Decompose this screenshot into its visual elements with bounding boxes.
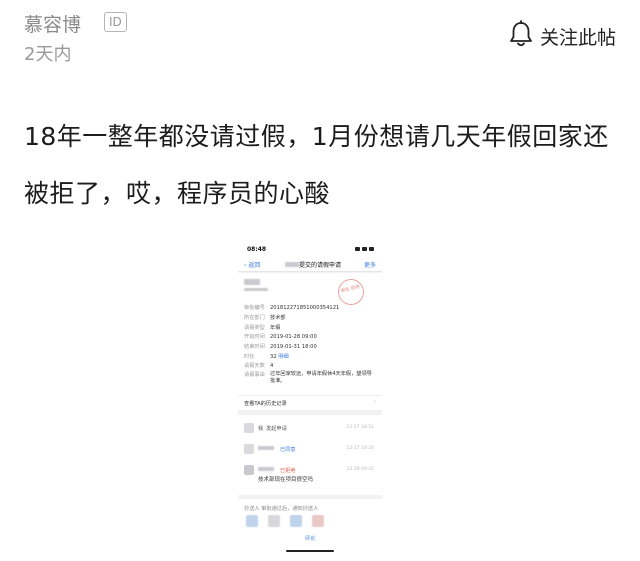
post-title: 18年一整年都没请过假，1月份想请几天年假回家还被拒了，哎，程序员的心酸 [24,122,609,208]
detail-row-reason: 请假事由 过年回家较远，申请年假休4天年假，望领导批准。 [244,370,372,384]
chevron-right-icon: › [373,399,376,405]
cc-label: 抄送人 审批通过后，通知抄送人 [244,506,319,512]
status-time: 08:48 [247,246,267,253]
status-bar: 08:48 [238,243,382,255]
leave-request-screenshot[interactable]: 08:48 ‹ 返回 提交的请假申请 更多 审批 拒绝 审批编号 20181227… [238,243,382,555]
follow-label: 关注此帖 [539,26,616,49]
approval-step: 我 发起申请 12-27 18:51 [244,423,376,443]
approval-flow-card: 我 发起申请 12-27 18:51 已同意 12-27 19:20 已拒绝 1… [238,415,382,495]
detail-row: 请假天数 4 [244,362,274,370]
signal-icons [355,247,374,251]
detail-rows: 审批编号 201812271851000354121 所在部门 技术部 请假类型 年假… [244,303,376,385]
detail-row: 结束时间 2019-01-31 18:00 [244,343,317,351]
follow-post-button[interactable]: 关注此帖 [508,20,616,52]
comment-button: 评论 [304,536,316,542]
request-details-card: 审批 拒绝 审批编号 201812271851000354121 所在部门 技术部 … [238,273,382,407]
post-header: 慕容博 ID 2天内 关注此帖 [24,8,616,68]
rejection-comment: 技术部现在项目很空吗 [258,477,314,483]
detail-row: 审批编号 201812271851000354121 [244,304,340,312]
history-label: 查看TA的历史记录 [244,401,287,407]
detail-row: 开始时间 2019-01-28 09:00 [244,333,317,341]
approval-step: 已拒绝 12-28 09:42 技术部现在项目很空吗 [244,465,376,485]
cc-card: 抄送人 审批通过后，通知抄送人 评论 [238,499,382,555]
id-badge: ID [104,12,127,32]
post-time: 2天内 [24,44,72,65]
applicant-name-blurred [244,279,270,291]
author-name[interactable]: 慕容博 [24,10,81,37]
bell-icon [508,20,534,52]
avatar [244,423,254,433]
avatar [244,444,254,454]
home-indicator [286,550,334,552]
nav-bar: ‹ 返回 提交的请假申请 更多 [238,255,382,272]
cc-avatars [246,515,324,527]
approval-step: 已同意 12-27 19:20 [244,444,376,464]
detail-row: 时长 32 明细 [244,353,289,360]
nav-title: 提交的请假申请 [278,260,348,269]
detail-row: 所在部门 技术部 [244,315,286,322]
detail-row: 请假类型 年假 [244,324,281,331]
avatar [244,465,254,475]
more-button: 更多 [363,262,376,269]
history-link: 查看TA的历史记录 › [238,395,382,410]
back-button: ‹ 返回 [244,262,261,269]
